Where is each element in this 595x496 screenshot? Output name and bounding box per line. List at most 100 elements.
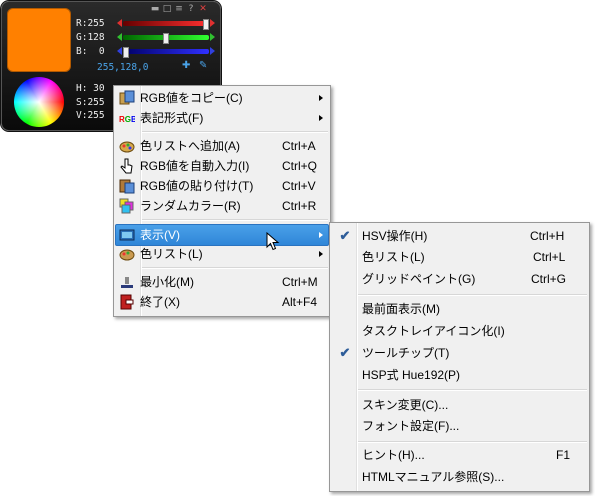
- checkmark-icon: ✔: [339, 345, 351, 360]
- mouse-cursor-icon: [266, 232, 280, 251]
- menu-item-label: 最前面表示(M): [362, 302, 440, 316]
- close-icon[interactable]: ✕: [198, 4, 208, 14]
- restore-widget-icon[interactable]: □: [162, 4, 172, 14]
- green-slider[interactable]: [117, 33, 215, 44]
- red-slider[interactable]: [117, 19, 215, 30]
- menu-item-shortcut: Ctrl+V: [282, 179, 316, 193]
- menu-item-shortcut: Ctrl+A: [282, 139, 316, 153]
- menu-item-label: HSV操作(H): [362, 229, 428, 243]
- menu-item-label: RGB値をコピー(C): [140, 91, 243, 105]
- menu-item-grid-paint[interactable]: グリッドペイント(G) Ctrl+G: [332, 269, 586, 289]
- color-list-icon: [119, 246, 135, 262]
- rgb-format-icon: RGB: [119, 110, 137, 126]
- minimize-widget-icon[interactable]: ▬: [150, 4, 160, 14]
- help-icon[interactable]: ?: [186, 4, 196, 14]
- menu-item-shortcut: Ctrl+G: [531, 272, 567, 286]
- menu-item-label: スキン変更(C)...: [362, 398, 449, 412]
- menu-item-label: 表示(V): [140, 228, 180, 242]
- menu-item-copy-rgb[interactable]: RGB値をコピー(C): [116, 88, 326, 108]
- menu-item-html-manual[interactable]: HTMLマニュアル参照(S)...: [332, 467, 586, 487]
- menu-separator: [358, 441, 587, 443]
- red-value: R:255: [76, 18, 105, 29]
- submenu-arrow-icon: [319, 232, 323, 238]
- menu-item-label: ヒント(H)...: [362, 448, 425, 462]
- red-slider-thumb[interactable]: [203, 19, 209, 30]
- exit-icon: [119, 294, 135, 310]
- menu-item-hsp-hue192[interactable]: HSP式 Hue192(P): [332, 365, 586, 385]
- submenu-arrow-icon: [319, 95, 323, 101]
- hue-color-wheel[interactable]: [14, 77, 64, 127]
- green-decrement-icon[interactable]: [117, 33, 122, 41]
- red-decrement-icon[interactable]: [117, 19, 122, 27]
- menu-item-minimize[interactable]: 最小化(M) Ctrl+M: [116, 272, 326, 292]
- menu-item-label: 色リストへ追加(A): [140, 139, 240, 153]
- pen-icon[interactable]: ✎: [199, 60, 207, 71]
- rgb-values: R:255 G:128 B: 0: [76, 17, 106, 59]
- menu-item-random-color[interactable]: ランダムカラー(R) Ctrl+R: [116, 196, 326, 216]
- menu-item-exit[interactable]: 終了(X) Alt+F4: [116, 292, 326, 312]
- svg-text:RGB: RGB: [119, 115, 135, 124]
- blue-decrement-icon[interactable]: [117, 47, 122, 55]
- menu-item-label: ツールチップ(T): [362, 346, 450, 360]
- blue-slider-thumb[interactable]: [123, 47, 129, 58]
- menu-separator: [358, 294, 587, 296]
- hue-value: H: 30: [76, 83, 105, 94]
- blue-increment-icon[interactable]: [210, 47, 215, 55]
- menu-item-always-on-top[interactable]: 最前面表示(M): [332, 299, 586, 319]
- minimize-icon: [119, 274, 135, 290]
- menu-item-label: 色リスト(L): [140, 247, 203, 261]
- green-increment-icon[interactable]: [210, 33, 215, 41]
- menu-item-tooltip[interactable]: ✔ ツールチップ(T): [332, 343, 586, 363]
- blue-slider[interactable]: [117, 47, 215, 58]
- add-to-list-icon: [119, 138, 135, 154]
- rgb-readout: 255,128,0: [97, 62, 149, 73]
- menu-item-format[interactable]: RGB 表記形式(F): [116, 108, 326, 128]
- paste-icon: [119, 178, 135, 194]
- color-swatch[interactable]: [7, 8, 71, 72]
- menu-item-tray-icon[interactable]: タスクトレイアイコン化(I): [332, 321, 586, 341]
- red-increment-icon[interactable]: [210, 19, 215, 27]
- menu-item-label: 終了(X): [140, 295, 180, 309]
- menu-item-auto-input[interactable]: RGB値を自動入力(I) Ctrl+Q: [116, 156, 326, 176]
- menu-item-color-list-toggle[interactable]: 色リスト(L) Ctrl+L: [332, 247, 586, 267]
- menu-item-add-to-list[interactable]: 色リストへ追加(A) Ctrl+A: [116, 136, 326, 156]
- menu-item-font-settings[interactable]: フォント設定(F)...: [332, 416, 586, 436]
- menu-item-label: グリッドペイント(G): [362, 272, 476, 286]
- menu-separator: [142, 267, 328, 269]
- menu-item-change-skin[interactable]: スキン変更(C)...: [332, 395, 586, 415]
- menu-item-hint[interactable]: ヒント(H)... F1: [332, 445, 586, 465]
- auto-input-icon: [119, 158, 135, 174]
- green-value: G:128: [76, 32, 105, 43]
- menu-separator: [142, 219, 328, 221]
- value-value: V:255: [76, 110, 105, 121]
- menu-item-label: ランダムカラー(R): [140, 199, 241, 213]
- menu-item-shortcut: Ctrl+Q: [282, 159, 318, 173]
- menu-item-label: 最小化(M): [140, 275, 194, 289]
- display-icon: [119, 227, 135, 243]
- menu-item-label: RGB値を自動入力(I): [140, 159, 250, 173]
- saturation-value: S:255: [76, 96, 105, 108]
- eyedropper-plus-icon[interactable]: ✚: [182, 60, 190, 71]
- random-color-icon: [119, 198, 135, 214]
- menu-widget-icon[interactable]: ≡: [174, 4, 184, 14]
- context-menu: RGB値をコピー(C) RGB 表記形式(F) 色リストへ追加(A) Ctrl+…: [113, 85, 331, 317]
- checkmark-icon: ✔: [339, 228, 351, 243]
- menu-item-paste-rgb[interactable]: RGB値の貼り付け(T) Ctrl+V: [116, 176, 326, 196]
- menu-item-label: フォント設定(F)...: [362, 419, 460, 433]
- menu-item-label: 表記形式(F): [140, 111, 204, 125]
- menu-item-shortcut: Alt+F4: [282, 295, 318, 309]
- green-slider-thumb[interactable]: [163, 33, 169, 44]
- menu-item-label: 色リスト(L): [362, 250, 425, 264]
- menu-item-hsv-operation[interactable]: ✔ HSV操作(H) Ctrl+H: [332, 226, 586, 246]
- blue-value: B: 0: [76, 46, 105, 57]
- hsv-values: H: 30 S:255 V:255: [76, 82, 105, 123]
- menu-item-shortcut: Ctrl+L: [533, 250, 566, 264]
- display-submenu: ✔ HSV操作(H) Ctrl+H 色リスト(L) Ctrl+L グリッドペイン…: [329, 222, 590, 492]
- menu-item-label: RGB値の貼り付け(T): [140, 179, 254, 193]
- menu-item-label: タスクトレイアイコン化(I): [362, 324, 505, 338]
- menu-item-color-list[interactable]: 色リスト(L): [116, 244, 326, 264]
- menu-item-shortcut: Ctrl+R: [282, 199, 317, 213]
- menu-separator: [358, 389, 587, 391]
- menu-item-display[interactable]: 表示(V): [115, 224, 329, 246]
- menu-item-shortcut: Ctrl+H: [530, 229, 565, 243]
